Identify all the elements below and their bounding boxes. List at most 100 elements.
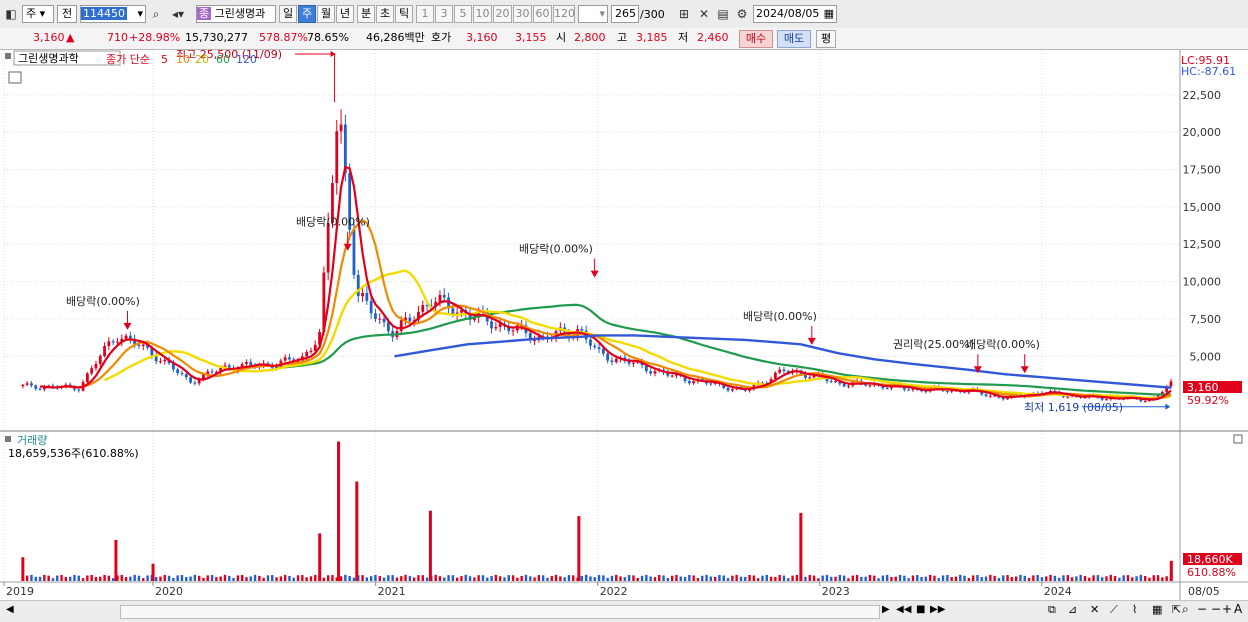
chart-area[interactable]: 최고 25,500 (11/09) 최저 1,619 (08/05) 배당락(0.0… — [0, 48, 1248, 600]
average-button[interactable]: 평 — [816, 30, 836, 48]
panel-collapse-icon[interactable] — [5, 53, 11, 59]
zoom-in-icon[interactable]: + — [1222, 602, 1232, 616]
volume-bar — [1161, 577, 1164, 581]
volume-bar — [322, 577, 326, 581]
volume-bar — [455, 577, 459, 581]
volume-bar — [365, 577, 369, 581]
date-input[interactable]: 2024/08/05 ▦ — [753, 5, 837, 23]
interval-20-button[interactable]: 20 — [493, 5, 512, 23]
volume-bar — [1148, 577, 1151, 581]
chart-scrollbar[interactable]: ◀ ▶ ◀◀ ■ ▶▶ ⧉ ⊿ ✕ ⟋ ⌇ ▦ ⇱ ⌕ − − + A — [0, 600, 1248, 622]
grid-tool-icon[interactable]: ▦ — [1152, 603, 1162, 616]
stock-chart-svg[interactable]: 최고 25,500 (11/09)최저 1,619 (08/05)배당락(0.0… — [0, 48, 1248, 600]
volume-bar — [1156, 575, 1160, 581]
zoom-out-icon[interactable]: − — [1197, 602, 1207, 616]
interval-dropdown[interactable]: ▾ — [578, 5, 608, 23]
interval-30-button[interactable]: 30 — [513, 5, 532, 23]
volume-bar — [236, 575, 240, 581]
pattern-tool-icon[interactable]: ⌇ — [1132, 603, 1137, 616]
screen-menu-icon[interactable]: ◧ — [3, 5, 19, 23]
volume-bar — [391, 575, 394, 581]
crosshair-icon[interactable]: ✕ — [1090, 603, 1099, 616]
period-week-button[interactable]: 주 — [298, 5, 316, 23]
interval-10-button[interactable]: 10 — [473, 5, 492, 23]
volume-bar — [726, 578, 730, 581]
period-minute-button[interactable]: 분 — [357, 5, 375, 23]
candle-body — [309, 350, 313, 353]
volume-bar — [464, 574, 467, 581]
candle-type-icon[interactable]: ⊞ — [676, 5, 692, 23]
stop-icon[interactable]: ■ — [916, 604, 925, 615]
volume-bar — [232, 577, 235, 581]
candle-body — [1143, 401, 1147, 403]
candle-body — [94, 363, 98, 369]
market-select[interactable]: 주 ▾ — [22, 5, 54, 23]
period-day-button[interactable]: 일 — [279, 5, 297, 23]
table-view-icon[interactable] — [8, 71, 22, 84]
scroll-left-icon[interactable]: ◀ — [6, 604, 14, 615]
volume-bar — [1027, 577, 1031, 581]
fast-forward-icon[interactable]: ▶▶ — [930, 604, 945, 615]
volume-bar — [842, 575, 846, 581]
volume-bar — [1165, 576, 1168, 581]
candle-body — [438, 294, 442, 302]
candle-body — [34, 385, 38, 389]
period-second-button[interactable]: 초 — [376, 5, 394, 23]
volume-bar — [933, 575, 936, 581]
volume-bar — [885, 574, 889, 581]
candle-body — [614, 358, 618, 363]
ruler-icon[interactable]: ⊿ — [1068, 603, 1077, 616]
rewind-icon[interactable]: ◀◀ — [896, 604, 911, 615]
interval-1-button[interactable]: 1 — [416, 5, 434, 23]
font-size-icon[interactable]: A — [1234, 602, 1242, 616]
zoom-search-icon[interactable]: ⌕ — [1182, 602, 1189, 617]
volume-bar — [907, 578, 910, 581]
volume-panel-collapse-icon[interactable] — [5, 436, 11, 442]
volume-bar — [627, 575, 631, 581]
scroll-thumb[interactable] — [120, 605, 880, 619]
volume-bar — [99, 576, 102, 581]
sell-button[interactable]: 매도 — [777, 30, 811, 48]
period-month-button[interactable]: 월 — [317, 5, 335, 23]
candle-body — [601, 348, 605, 354]
candle-body — [141, 344, 145, 347]
speaker-icon[interactable]: ◂▾ — [165, 5, 191, 23]
prev-select[interactable]: 전 — [57, 5, 77, 23]
export-icon[interactable]: ⇱ — [1172, 603, 1181, 616]
scroll-right-icon[interactable]: ▶ — [882, 604, 890, 615]
volume-bar — [877, 578, 880, 581]
calendar-icon[interactable]: ▦ — [824, 6, 834, 22]
period-year-button[interactable]: 년 — [336, 5, 354, 23]
period-tick-button[interactable]: 틱 — [395, 5, 413, 23]
count-input[interactable]: 265 — [611, 5, 639, 23]
buy-button[interactable]: 매수 — [739, 30, 773, 48]
zoom-fit-icon[interactable]: − — [1211, 602, 1221, 616]
candle-body — [597, 347, 601, 349]
search-icon[interactable]: ⌕ — [148, 5, 164, 23]
interval-60-button[interactable]: 60 — [533, 5, 552, 23]
volume-bar — [559, 576, 562, 581]
stock-code-input[interactable]: 114450 ▾ — [80, 5, 146, 23]
candle-body — [176, 369, 180, 373]
volume-bar — [481, 575, 485, 581]
low-label: 저 — [678, 31, 689, 44]
volume-bar — [756, 578, 760, 581]
interval-120-button[interactable]: 120 — [553, 5, 575, 23]
save-icon[interactable]: ▤ — [715, 5, 731, 23]
volume-bar — [296, 575, 300, 581]
stock-name-field[interactable]: 종 그린생명과 — [196, 5, 276, 23]
date-tick-label: 2020 — [155, 585, 183, 598]
interval-5-button[interactable]: 5 — [454, 5, 472, 23]
candle-body — [778, 369, 782, 373]
volume-bar — [279, 576, 283, 581]
ma-120-label: 120 — [236, 53, 257, 66]
copy-icon[interactable]: ⧉ — [1048, 603, 1056, 617]
gear-icon[interactable]: ⚙ — [734, 5, 750, 23]
code-dropdown-icon[interactable]: ▾ — [137, 6, 143, 22]
interval-3-button[interactable]: 3 — [435, 5, 453, 23]
trend-tool-icon[interactable]: ⟋ — [1110, 603, 1118, 617]
draw-tool-icon[interactable]: ✕ — [696, 5, 712, 23]
volume-panel-close-icon[interactable] — [1233, 434, 1243, 444]
volume-bar — [94, 576, 98, 581]
candle-body — [124, 335, 128, 339]
